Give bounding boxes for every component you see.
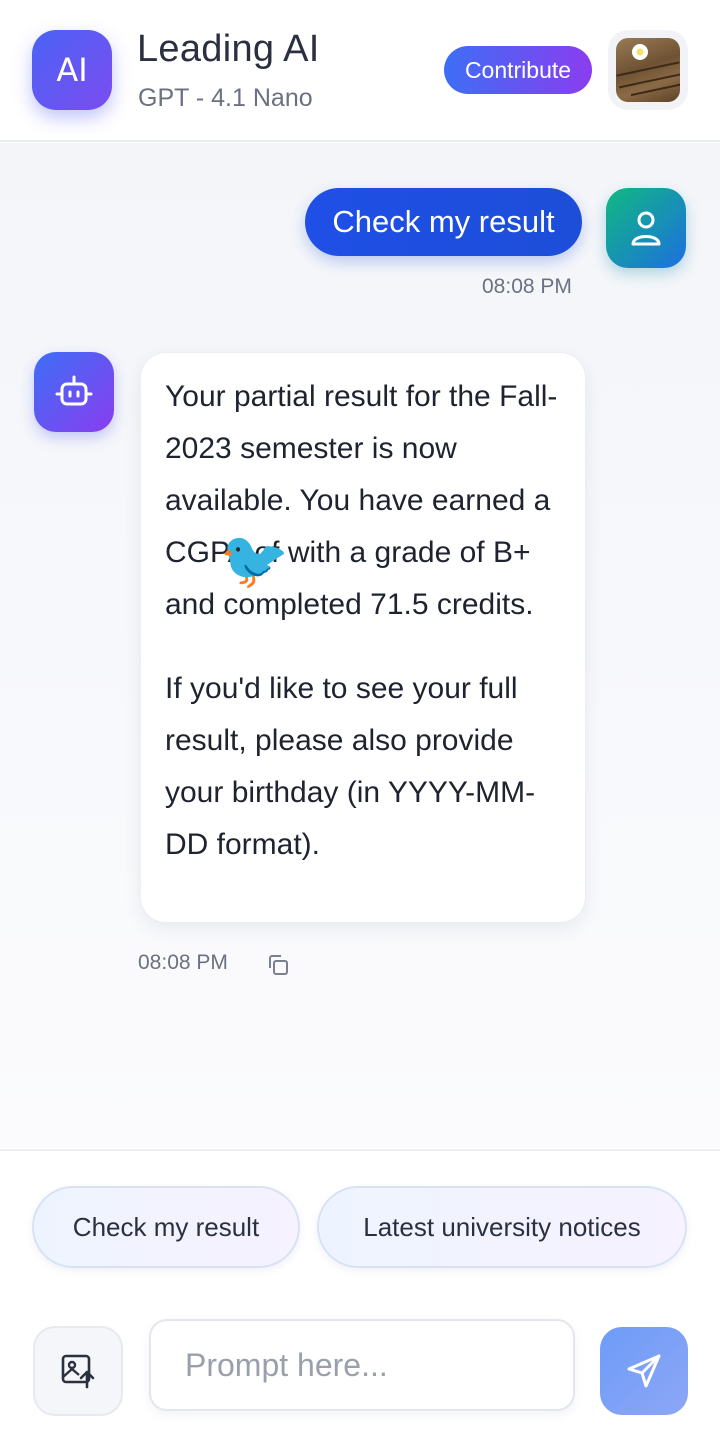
- bot-message-time: 08:08 PM: [138, 951, 228, 974]
- chat-area[interactable]: Check my result 08:08 PM Your partial re…: [0, 143, 720, 1148]
- profile-photo: [616, 38, 680, 102]
- composer-area: Check my result Latest university notice…: [0, 1149, 720, 1432]
- copy-icon[interactable]: [266, 953, 290, 977]
- user-message-time: 08:08 PM: [482, 275, 572, 298]
- app-logo: AI: [32, 30, 112, 110]
- suggestion-university-notices[interactable]: Latest university notices: [317, 1186, 687, 1268]
- chat-app: AI Leading AI GPT - 4.1 Nano Contribute …: [0, 0, 720, 1432]
- suggestion-check-result[interactable]: Check my result: [32, 1186, 300, 1268]
- app-header: AI Leading AI GPT - 4.1 Nano Contribute: [0, 0, 720, 142]
- user-icon: [631, 211, 661, 246]
- image-upload-button[interactable]: [33, 1326, 123, 1416]
- robot-icon: [55, 375, 93, 406]
- profile-avatar[interactable]: [608, 30, 688, 110]
- bot-message-paragraph: Your partial result for the Fall-2023 se…: [165, 380, 558, 621]
- contribute-button[interactable]: Contribute: [444, 46, 592, 94]
- user-message-bubble: Check my result: [305, 188, 582, 256]
- model-name: GPT - 4.1 Nano: [138, 84, 313, 112]
- bot-message-paragraph: If you'd like to see your full result, p…: [165, 672, 536, 861]
- prompt-input[interactable]: [149, 1319, 575, 1411]
- user-avatar: [606, 188, 686, 268]
- send-button[interactable]: [600, 1327, 688, 1415]
- send-icon: [627, 1354, 661, 1388]
- bot-avatar: [34, 352, 114, 432]
- app-title: Leading AI: [137, 28, 320, 70]
- image-upload-icon: [61, 1354, 95, 1389]
- bot-message-bubble: Your partial result for the Fall-2023 se…: [140, 352, 586, 923]
